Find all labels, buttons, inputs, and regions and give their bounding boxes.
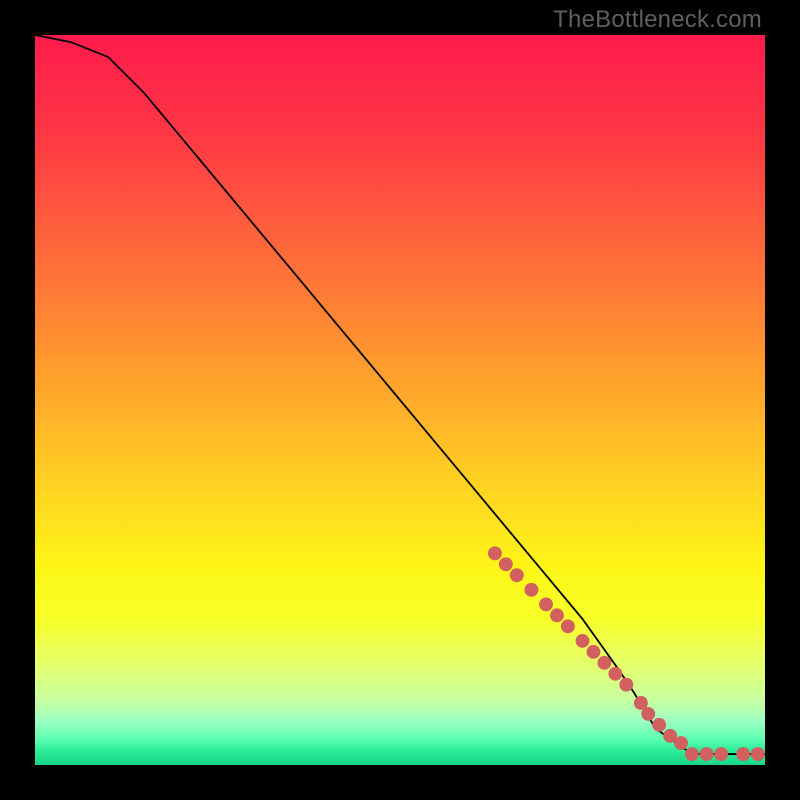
chart-frame: TheBottleneck.com (0, 0, 800, 800)
watermark-text: TheBottleneck.com (553, 6, 762, 34)
chart-plot (35, 35, 765, 765)
